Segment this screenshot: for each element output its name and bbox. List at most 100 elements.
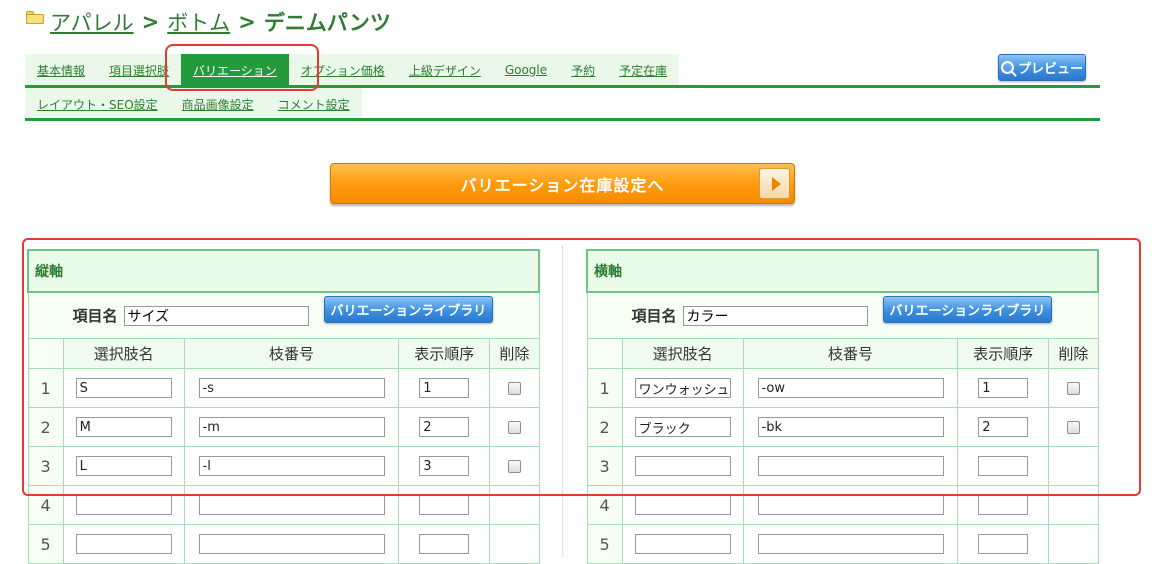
option-name-input[interactable] bbox=[75, 417, 172, 437]
table-row: 5 bbox=[27, 524, 540, 564]
horizontal-variation-library-button[interactable]: バリエーションライブラリ bbox=[882, 296, 1053, 323]
breadcrumb-link-bottom[interactable]: ボトム bbox=[167, 7, 230, 37]
row-number-header bbox=[27, 338, 64, 369]
row-number: 4 bbox=[586, 485, 623, 525]
column-header-order: 表示順序 bbox=[957, 338, 1050, 369]
branch-number-input[interactable] bbox=[757, 495, 944, 515]
display-order-input[interactable] bbox=[419, 456, 470, 476]
option-name-input[interactable] bbox=[634, 378, 731, 398]
display-order-input[interactable] bbox=[419, 534, 470, 554]
option-name-input[interactable] bbox=[634, 495, 731, 515]
preview-button-label: プレビュー bbox=[1017, 62, 1083, 77]
branch-number-input[interactable] bbox=[198, 456, 385, 476]
row-number: 1 bbox=[27, 368, 64, 408]
display-order-input[interactable] bbox=[978, 456, 1029, 476]
row-number: 1 bbox=[586, 368, 623, 408]
display-order-input[interactable] bbox=[978, 534, 1029, 554]
branch-number-input[interactable] bbox=[198, 378, 385, 398]
folder-icon bbox=[26, 10, 44, 24]
breadcrumb-separator: > bbox=[141, 10, 160, 34]
vertical-variation-library-button[interactable]: バリエーションライブラリ bbox=[323, 296, 494, 323]
branch-number-input[interactable] bbox=[198, 417, 385, 437]
breadcrumb-current: デニムパンツ bbox=[263, 11, 391, 35]
row-number: 3 bbox=[27, 446, 64, 486]
vertical-axis-title: 縦軸 bbox=[27, 249, 540, 293]
breadcrumb: アパレル > ボトム > デニムパンツ bbox=[26, 6, 391, 38]
option-name-input[interactable] bbox=[634, 456, 731, 476]
column-header-delete: 削除 bbox=[489, 338, 540, 369]
table-row: 3 bbox=[586, 446, 1099, 486]
table-row: 4 bbox=[586, 485, 1099, 525]
display-order-input[interactable] bbox=[419, 378, 470, 398]
row-number: 3 bbox=[586, 446, 623, 486]
option-name-input[interactable] bbox=[634, 417, 731, 437]
row-number: 4 bbox=[27, 485, 64, 525]
vertical-axis-name-cell: 項目名 バリエーションライブラリ bbox=[27, 291, 540, 339]
display-order-input[interactable] bbox=[978, 378, 1029, 398]
arrow-right-icon bbox=[759, 168, 790, 199]
horizontal-axis-item-name-input[interactable] bbox=[682, 305, 868, 326]
breadcrumb-separator: > bbox=[238, 10, 256, 34]
branch-number-input[interactable] bbox=[757, 534, 944, 554]
column-header-branch: 枝番号 bbox=[742, 338, 959, 369]
option-name-input[interactable] bbox=[75, 378, 172, 398]
breadcrumb-link-apparel[interactable]: アパレル bbox=[50, 7, 134, 37]
tab-bar-divider bbox=[25, 118, 1100, 121]
horizontal-axis-table: 横軸 項目名 バリエーションライブラリ 選択肢名 枝番号 表示順序 削除 1 2… bbox=[586, 249, 1099, 564]
column-header-branch: 枝番号 bbox=[183, 338, 400, 369]
branch-number-input[interactable] bbox=[757, 417, 944, 437]
branch-number-input[interactable] bbox=[198, 534, 385, 554]
display-order-input[interactable] bbox=[419, 495, 470, 515]
branch-number-input[interactable] bbox=[757, 456, 944, 476]
item-name-label: 項目名 bbox=[631, 307, 677, 325]
delete-checkbox[interactable] bbox=[507, 381, 521, 395]
display-order-input[interactable] bbox=[978, 417, 1029, 437]
table-row: 1 bbox=[586, 368, 1099, 408]
branch-number-input[interactable] bbox=[198, 495, 385, 515]
delete-checkbox[interactable] bbox=[507, 459, 521, 473]
tab-planned-stock[interactable]: 予定在庫 bbox=[607, 54, 679, 86]
display-order-input[interactable] bbox=[419, 417, 470, 437]
horizontal-axis-title: 横軸 bbox=[586, 249, 1099, 293]
option-name-input[interactable] bbox=[75, 456, 172, 476]
vertical-axis-table: 縦軸 項目名 バリエーションライブラリ 選択肢名 枝番号 表示順序 削除 1 2… bbox=[27, 249, 540, 564]
preview-button[interactable]: プレビュー bbox=[998, 54, 1086, 81]
tab-bar-secondary: レイアウト・SEO設定 商品画像設定 コメント設定 bbox=[25, 88, 362, 120]
delete-checkbox[interactable] bbox=[1066, 420, 1080, 434]
axis-divider bbox=[562, 246, 563, 556]
delete-cell-empty bbox=[1048, 485, 1099, 525]
delete-checkbox[interactable] bbox=[1066, 381, 1080, 395]
tab-item-options[interactable]: 項目選択肢 bbox=[97, 54, 181, 86]
horizontal-axis-name-cell: 項目名 バリエーションライブラリ bbox=[586, 291, 1099, 339]
row-number: 2 bbox=[586, 407, 623, 447]
column-header-name: 選択肢名 bbox=[62, 338, 185, 369]
variation-stock-settings-button[interactable]: バリエーション在庫設定へ bbox=[330, 163, 795, 204]
tab-advanced-design[interactable]: 上級デザイン bbox=[397, 54, 493, 86]
tab-reservation[interactable]: 予約 bbox=[559, 54, 607, 86]
tab-variation[interactable]: バリエーション bbox=[181, 54, 289, 86]
tab-comment[interactable]: コメント設定 bbox=[266, 88, 362, 120]
delete-cell-empty bbox=[489, 485, 540, 525]
column-header-delete: 削除 bbox=[1048, 338, 1099, 369]
branch-number-input[interactable] bbox=[757, 378, 944, 398]
delete-checkbox[interactable] bbox=[507, 420, 521, 434]
tab-google[interactable]: Google bbox=[493, 54, 559, 86]
option-name-input[interactable] bbox=[75, 534, 172, 554]
vertical-axis-item-name-input[interactable] bbox=[123, 305, 309, 326]
tab-layout-seo[interactable]: レイアウト・SEO設定 bbox=[25, 88, 170, 120]
table-row: 2 bbox=[27, 407, 540, 447]
table-row: 4 bbox=[27, 485, 540, 525]
tab-basic-info[interactable]: 基本情報 bbox=[25, 54, 97, 86]
column-header-name: 選択肢名 bbox=[621, 338, 744, 369]
option-name-input[interactable] bbox=[75, 495, 172, 515]
tab-option-price[interactable]: オプション価格 bbox=[289, 54, 397, 86]
delete-cell-empty bbox=[1048, 446, 1099, 486]
row-number: 5 bbox=[586, 524, 623, 564]
delete-cell-empty bbox=[489, 524, 540, 564]
row-number: 2 bbox=[27, 407, 64, 447]
tab-product-image[interactable]: 商品画像設定 bbox=[170, 88, 266, 120]
delete-cell-empty bbox=[1048, 524, 1099, 564]
option-name-input[interactable] bbox=[634, 534, 731, 554]
item-name-label: 項目名 bbox=[72, 307, 118, 325]
display-order-input[interactable] bbox=[978, 495, 1029, 515]
